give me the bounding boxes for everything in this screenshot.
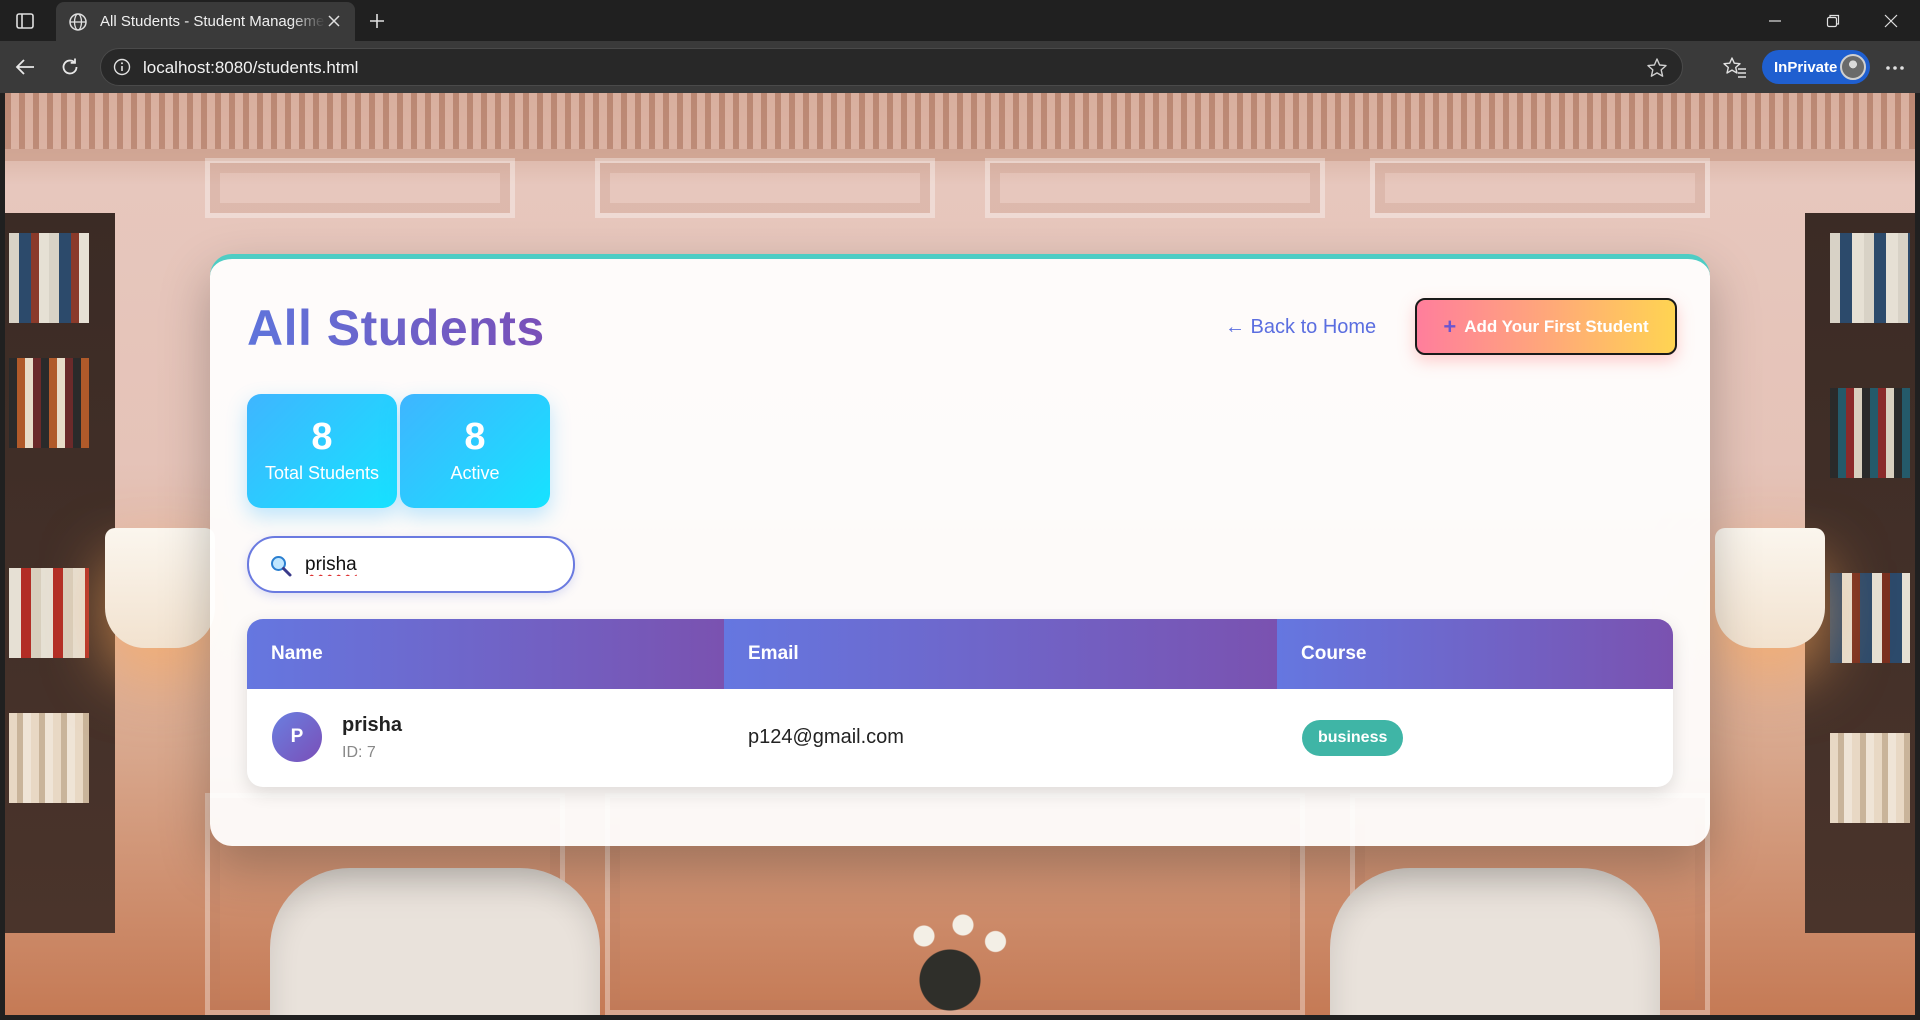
students-table: Name Email Course P prisha ID: 7 p124@gm… [247, 619, 1673, 787]
stat-label: Active [450, 463, 500, 483]
search-icon [271, 556, 292, 577]
wall-panel [595, 158, 935, 218]
course-badge: business [1302, 720, 1404, 756]
wall-panel [205, 158, 515, 218]
books-decoration [9, 713, 89, 803]
chair-decoration [270, 868, 600, 1015]
close-window-icon[interactable] [1862, 0, 1920, 41]
inprivate-label: InPrivate [1774, 58, 1838, 76]
table-header: Name Email Course [247, 619, 1673, 689]
window-controls [1746, 0, 1920, 41]
books-decoration [1830, 573, 1910, 663]
background-cornice [5, 93, 1915, 161]
lamp-decoration [1715, 528, 1825, 648]
new-tab-button[interactable] [364, 8, 390, 34]
plus-icon [370, 14, 384, 28]
books-decoration [9, 568, 89, 658]
add-student-label: Add Your First Student [1464, 316, 1649, 336]
sidebar-toggle-icon[interactable] [12, 9, 38, 33]
more-icon[interactable] [1880, 55, 1910, 81]
search-box [247, 536, 575, 593]
student-id: ID: 7 [342, 744, 376, 761]
stat-value: 8 [464, 416, 486, 458]
table-row[interactable]: P prisha ID: 7 p124@gmail.com business [247, 689, 1673, 787]
search-input[interactable] [305, 550, 555, 580]
stat-label: Total Students [264, 463, 380, 483]
back-to-home-link[interactable]: ← Back to Home [1225, 316, 1376, 339]
wall-panel [985, 158, 1325, 218]
restore-icon[interactable] [1804, 0, 1862, 41]
minimize-icon[interactable] [1746, 0, 1804, 41]
books-decoration [1830, 233, 1910, 323]
avatar: P [272, 712, 322, 762]
stat-total-students: 8 Total Students [247, 394, 397, 508]
tab-title: All Students - Student Management System [100, 13, 325, 30]
url-text: localhost:8080/students.html [143, 58, 359, 77]
close-icon[interactable] [325, 12, 343, 30]
browser-tab[interactable]: All Students - Student Management System [56, 2, 355, 41]
globe-icon [69, 12, 87, 31]
address-bar[interactable]: localhost:8080/students.html [100, 48, 1683, 86]
chair-decoration [1330, 868, 1660, 1015]
column-header-course[interactable]: Course [1277, 619, 1673, 689]
favorites-icon[interactable] [1722, 55, 1748, 81]
plus-icon: + [1443, 313, 1457, 339]
browser-tab-bar: All Students - Student Management System [0, 0, 1920, 41]
stat-active: 8 Active [400, 394, 550, 508]
books-decoration [9, 233, 89, 323]
back-arrow-icon[interactable] [10, 52, 40, 82]
page-viewport: All Students ← Back to Home + Add Your F… [5, 93, 1915, 1015]
student-email: p124@gmail.com [748, 726, 904, 748]
books-decoration [1830, 733, 1910, 823]
stat-value: 8 [311, 416, 333, 458]
column-header-email[interactable]: Email [724, 619, 1277, 689]
page-title: All Students [247, 300, 545, 356]
star-icon[interactable] [1646, 57, 1668, 79]
info-icon[interactable] [113, 58, 131, 76]
wall-panel [1370, 158, 1710, 218]
lamp-decoration [105, 528, 215, 648]
browser-toolbar: localhost:8080/students.html InPrivate [0, 41, 1920, 93]
profile-avatar-icon [1840, 54, 1866, 80]
column-header-name[interactable]: Name [247, 619, 724, 689]
inprivate-badge[interactable]: InPrivate [1762, 50, 1870, 84]
books-decoration [1830, 388, 1910, 478]
student-name: prisha [342, 714, 403, 736]
flowers-decoration [885, 903, 1015, 1013]
books-decoration [9, 358, 89, 448]
refresh-icon[interactable] [55, 52, 85, 82]
students-card: All Students ← Back to Home + Add Your F… [210, 254, 1710, 846]
add-student-button[interactable]: + Add Your First Student [1415, 298, 1677, 355]
